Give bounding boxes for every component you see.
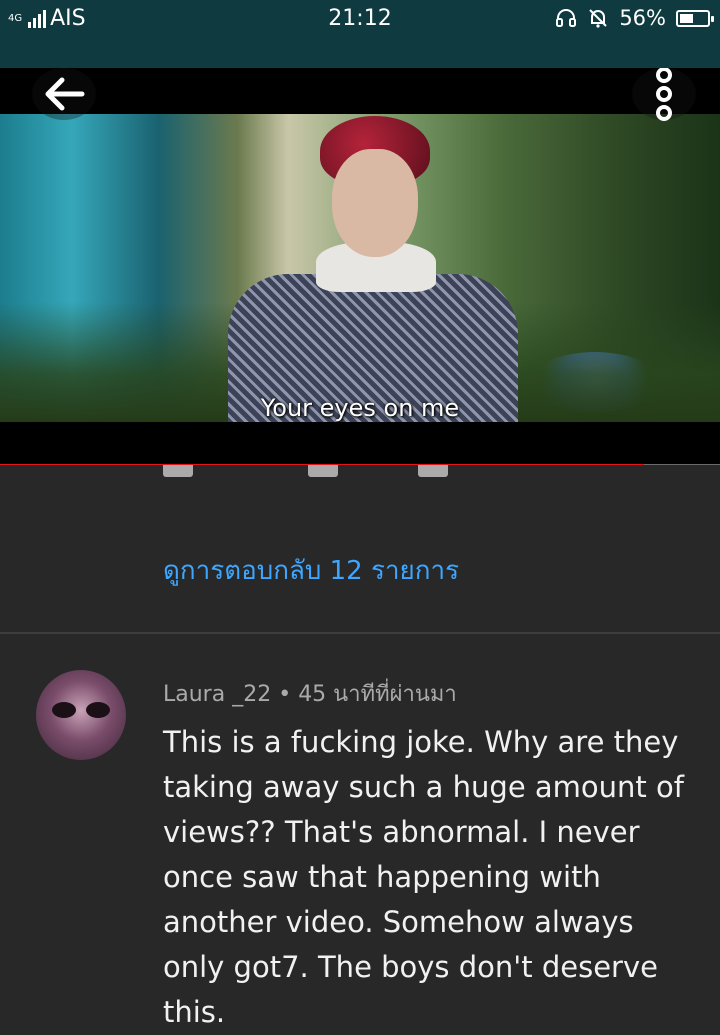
comment-text: This is a fucking joke. Why are they tak…	[163, 725, 684, 1029]
divider	[0, 632, 720, 634]
avatar[interactable]	[36, 670, 126, 760]
meta-separator: •	[278, 682, 292, 707]
like-button[interactable]	[163, 465, 193, 477]
thumb-down-icon	[308, 465, 338, 477]
battery-icon	[676, 9, 714, 27]
comment-author[interactable]: Laura _22	[163, 682, 271, 707]
headset-icon	[556, 9, 577, 27]
arrow-left-icon	[45, 77, 85, 111]
battery-fill	[680, 13, 693, 23]
comment-time: 45 นาทีที่ผ่านมา	[298, 682, 457, 707]
status-icons: 56%	[555, 6, 714, 30]
video-player[interactable]: Your eyes on me	[0, 68, 720, 465]
bell-muted-icon	[589, 9, 608, 28]
comment-actions-row	[0, 465, 720, 495]
video-subtitle: Your eyes on me	[260, 394, 460, 422]
view-replies-link[interactable]: ดูการตอบกลับ 12 รายการ	[163, 550, 459, 591]
more-options-button[interactable]	[632, 68, 696, 121]
battery-percent: 56%	[619, 6, 666, 30]
more-vertical-icon	[656, 68, 672, 121]
video-person	[228, 114, 518, 422]
dislike-button[interactable]	[308, 465, 338, 477]
video-frame	[0, 114, 720, 422]
comment-meta: Laura _22 • 45 นาทีที่ผ่านมา	[163, 676, 457, 711]
comment-icon	[418, 465, 448, 477]
thumb-up-icon	[163, 465, 193, 477]
back-button[interactable]	[32, 68, 96, 120]
reply-button[interactable]	[418, 465, 448, 477]
status-bar: 4G AIS 21:12 56%	[0, 0, 720, 68]
